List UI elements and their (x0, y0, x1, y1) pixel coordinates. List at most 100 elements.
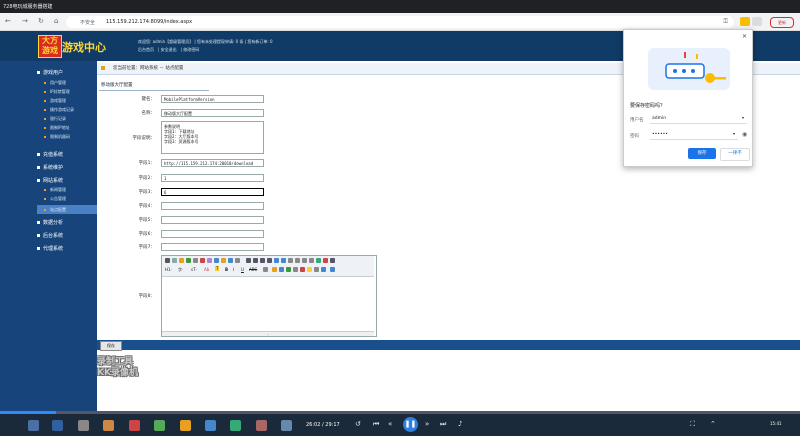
sidebar-group-agent[interactable]: 代理系统 (37, 245, 63, 252)
field6-input[interactable] (161, 230, 264, 238)
copy-icon[interactable] (200, 258, 205, 263)
field5-input[interactable] (161, 216, 264, 224)
field4-input[interactable] (161, 202, 264, 210)
tray-icon[interactable]: ⌃ (710, 420, 716, 428)
clear-format-icon[interactable] (316, 258, 321, 263)
fullscreen-icon[interactable] (330, 258, 335, 263)
replay-icon[interactable]: ↺ (355, 420, 361, 428)
sidebar-group-website[interactable]: 网站系统 (37, 177, 63, 184)
indent-icon[interactable] (288, 258, 293, 263)
key-input[interactable]: MobilePlatformVersion (161, 95, 264, 103)
special-char-icon[interactable] (314, 267, 319, 272)
font-color-button[interactable]: Ab (204, 267, 209, 272)
eraser-icon[interactable] (263, 267, 268, 272)
outdent-icon[interactable] (295, 258, 300, 263)
pause-button[interactable]: ❚❚ (403, 417, 418, 432)
image-icon[interactable] (272, 267, 277, 272)
fullscreen-player-icon[interactable]: ⛶ (690, 420, 695, 428)
justify-icon[interactable] (267, 258, 272, 263)
app-icon-9[interactable] (281, 420, 292, 431)
italic-button[interactable]: I (233, 267, 234, 272)
reload-icon[interactable]: ↻ (38, 18, 44, 25)
password-dropdown-icon[interactable]: ▾ (733, 131, 735, 136)
paste-word-icon[interactable] (221, 258, 226, 263)
undo-icon[interactable] (172, 258, 177, 263)
cut-icon[interactable] (193, 258, 198, 263)
home-icon[interactable]: ⌂ (54, 18, 58, 25)
update-button[interactable]: 更新 (770, 17, 794, 28)
password-field[interactable]: •••••• ▾ (650, 130, 738, 140)
sidebar-item-game-records[interactable]: 操作游戏记录 (44, 107, 74, 113)
eye-icon[interactable]: ◉ (742, 131, 747, 138)
field7-input[interactable] (161, 243, 264, 251)
change-password-link[interactable]: 修改密码 (183, 47, 199, 52)
popup-save-button[interactable]: 保存 (688, 148, 716, 159)
app-icon-4[interactable] (154, 420, 165, 431)
sidebar-item-limit-ip[interactable]: 限制IP地址 (44, 125, 70, 131)
app-icon-8[interactable] (256, 420, 267, 431)
hr-icon[interactable] (300, 267, 305, 272)
forward-icon[interactable]: → (22, 18, 28, 25)
sidebar-group-users[interactable]: 游戏用户 (37, 69, 63, 76)
app-icon-2[interactable] (103, 420, 114, 431)
paste-text-icon[interactable] (214, 258, 219, 263)
avatar-icon[interactable] (752, 17, 762, 26)
field1-input[interactable]: http://115.159.212.174:20010/download (161, 159, 264, 167)
strikethrough-button[interactable]: ABC (249, 267, 257, 272)
rich-text-editor[interactable]: H1· 字· sT· Ab T B I U ABC ⌄ (161, 255, 377, 337)
editor-resize-handle[interactable]: ⌄ (162, 331, 374, 336)
subscript-icon[interactable] (302, 258, 307, 263)
source-icon[interactable] (165, 258, 170, 263)
sidebar-item-news[interactable]: 新闻管理 (44, 187, 66, 193)
align-right-icon[interactable] (260, 258, 265, 263)
next-icon[interactable]: ⏭ (440, 420, 446, 428)
sidebar-item-game-manage[interactable]: 游戏管理 (44, 98, 66, 104)
select-all-icon[interactable] (323, 258, 328, 263)
template-icon[interactable] (179, 258, 184, 263)
flash-icon[interactable] (279, 267, 284, 272)
align-left-icon[interactable] (246, 258, 251, 263)
sidebar-group-maintenance[interactable]: 系统维护 (37, 164, 63, 171)
app-icon-7[interactable] (230, 420, 241, 431)
highlight-button[interactable]: T (215, 266, 220, 271)
start-icon[interactable] (28, 420, 39, 431)
sidebar-group-backend[interactable]: 后台系统 (37, 232, 63, 239)
fast-forward-icon[interactable]: » (425, 420, 429, 428)
sidebar-item-limit-machine[interactable]: 限制机器码 (44, 134, 70, 140)
app-icon-6[interactable] (205, 420, 216, 431)
username-dropdown-icon[interactable]: ▾ (742, 115, 744, 120)
field3-input[interactable]: 6 (161, 188, 264, 196)
sidebar-group-analytics[interactable]: 数据分析 (37, 219, 63, 226)
popup-never-button[interactable]: 一律不 (720, 148, 750, 161)
app-icon-5[interactable] (180, 420, 191, 431)
name-input[interactable]: 移动版大厅配置 (161, 109, 264, 117)
address-bar[interactable]: 不安全 115.159.212.174:8099/index.aspx ⚿ (66, 16, 734, 28)
replace-icon[interactable] (235, 258, 240, 263)
emoticon-icon[interactable] (307, 267, 312, 272)
bold-button[interactable]: B (225, 267, 228, 272)
heading-dropdown[interactable]: H1· (165, 267, 172, 272)
close-icon[interactable]: ✕ (742, 33, 747, 40)
extension-icon[interactable] (740, 17, 750, 26)
sidebar-group-recharge[interactable]: 充值系统 (37, 151, 63, 158)
superscript-icon[interactable] (309, 258, 314, 263)
help-icon[interactable] (330, 267, 335, 272)
unordered-list-icon[interactable] (281, 258, 286, 263)
preview-icon[interactable] (186, 258, 191, 263)
app-icon-3[interactable] (129, 420, 140, 431)
sidebar-item-notice[interactable]: 公告管理 (44, 196, 66, 202)
logout-link[interactable]: 安全退出 (161, 47, 177, 52)
back-icon[interactable]: ← (5, 18, 11, 25)
url-text[interactable]: 115.159.212.174:8099/index.aspx (106, 19, 192, 25)
app-icon-1[interactable] (78, 420, 89, 431)
media-icon[interactable] (286, 267, 291, 272)
font-family-dropdown[interactable]: 字· (178, 267, 183, 273)
table-icon[interactable] (293, 267, 298, 272)
font-size-dropdown[interactable]: sT· (191, 267, 197, 272)
find-icon[interactable] (228, 258, 233, 263)
home-link[interactable]: 后台首页 (138, 47, 154, 52)
field2-input[interactable]: 1 (161, 174, 264, 182)
sidebar-item-user-manage[interactable]: 用户管理 (44, 80, 66, 86)
paste-icon[interactable] (207, 258, 212, 263)
sidebar-item-bank-records[interactable]: 银行记录 (44, 116, 66, 122)
